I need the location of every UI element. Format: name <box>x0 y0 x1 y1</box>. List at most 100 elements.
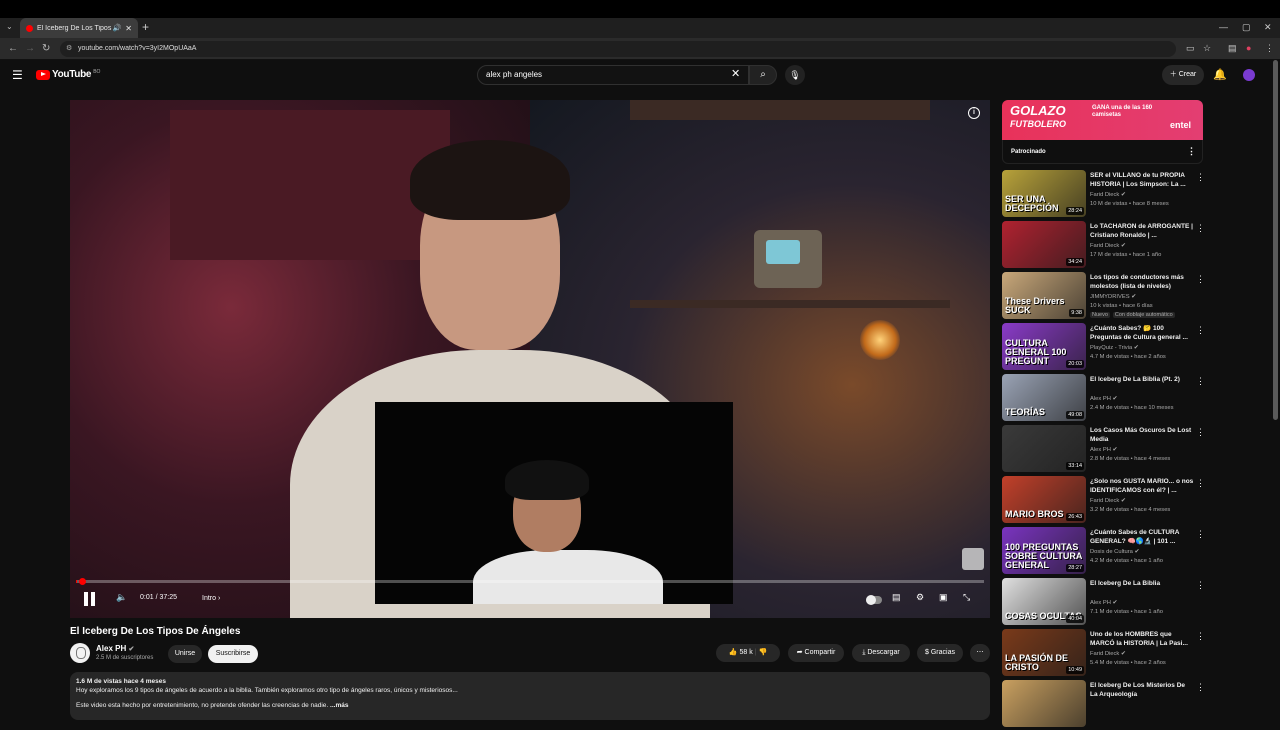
recommended-title[interactable]: ¿Cuánto Sabes de CULTURA GENERAL? 🧠🌎🔬 | … <box>1090 529 1194 546</box>
recommended-video[interactable]: SER UNA DECEPCIÓN28:24SER el VILLANO de … <box>1002 170 1212 220</box>
profile-icon[interactable]: ● <box>1246 43 1251 53</box>
recommended-title[interactable]: Los Casos Más Oscuros De Lost Media <box>1090 427 1194 444</box>
video-menu-icon[interactable]: ⋮ <box>1196 580 1205 591</box>
browser-menu-icon[interactable]: ⋮ <box>1265 43 1274 54</box>
url-field[interactable]: ⚙ youtube.com/watch?v=3yI2MOpUAaA <box>60 41 1176 57</box>
search-button[interactable]: ⌕ <box>749 65 777 85</box>
youtube-logo[interactable]: YouTube BO <box>36 69 100 80</box>
recommended-title[interactable]: Uno de los HOMBRES que MARCÓ la HISTORIA… <box>1090 631 1194 648</box>
recommended-video[interactable]: 33:14Los Casos Más Oscuros De Lost Media… <box>1002 425 1212 475</box>
recommended-video[interactable]: COSAS OCULTAS40:04 El Iceberg De La Bibli… <box>1002 578 1212 628</box>
video-menu-icon[interactable]: ⋮ <box>1196 223 1205 234</box>
account-avatar[interactable] <box>1243 69 1255 81</box>
recommended-video[interactable]: LA PASIÓN DE CRISTO10:49Uno de los HOMBR… <box>1002 629 1212 679</box>
recommended-title[interactable]: ¿Cuánto Sabes? 🤔 100 Preguntas de Cultur… <box>1090 325 1194 342</box>
video-thumbnail[interactable]: These Drivers SUCK9:38 <box>1002 272 1086 319</box>
recommended-channel[interactable]: PlayQuiz - Trivia ✔ <box>1090 345 1139 351</box>
volume-icon[interactable]: 🔈 <box>116 592 127 603</box>
video-menu-icon[interactable]: ⋮ <box>1196 376 1205 387</box>
bookmark-star-icon[interactable]: ☆ <box>1203 43 1211 54</box>
video-thumbnail[interactable]: COSAS OCULTAS40:04 <box>1002 578 1086 625</box>
recommended-channel[interactable]: Alex PH ✔ <box>1090 600 1117 606</box>
video-thumbnail[interactable]: 100 PREGUNTAS SOBRE CULTURA GENERAL28:27 <box>1002 527 1086 574</box>
window-close-icon[interactable]: ✕ <box>1264 22 1272 33</box>
forward-icon[interactable]: → <box>25 43 35 54</box>
recommended-channel[interactable]: Alex PH ✔ <box>1090 447 1117 453</box>
autoplay-toggle[interactable] <box>866 596 882 604</box>
video-thumbnail[interactable]: 33:14 <box>1002 425 1086 472</box>
voice-search-mic-icon[interactable]: 🎙 <box>785 65 805 85</box>
recommended-video[interactable]: TEORÍAS49:08 El Iceberg De La Biblia (Pt.… <box>1002 374 1212 424</box>
recommended-title[interactable]: El Iceberg De La Biblia <box>1090 580 1194 589</box>
new-tab-button[interactable]: + <box>142 20 149 34</box>
thumbs-down-icon[interactable]: 👎 <box>758 649 767 656</box>
channel-watermark[interactable] <box>962 548 984 570</box>
recommended-channel[interactable]: Dosis de Cultura ✔ <box>1090 549 1139 555</box>
recommended-title[interactable]: El Iceberg De La Biblia (Pt. 2) <box>1090 376 1194 385</box>
video-menu-icon[interactable]: ⋮ <box>1196 274 1205 285</box>
recommended-channel[interactable]: Farid Dieck ✔ <box>1090 498 1126 504</box>
video-menu-icon[interactable]: ⋮ <box>1196 325 1205 336</box>
browser-tab-active[interactable]: El Iceberg De Los Tipos De 🔊 ✕ <box>20 18 138 38</box>
chapter-button[interactable]: Intro › <box>202 595 220 602</box>
recommended-channel[interactable]: Alex PH ✔ <box>1090 396 1117 402</box>
notifications-bell-icon[interactable]: 🔔 <box>1213 68 1227 81</box>
settings-gear-icon[interactable]: ⚙ <box>916 592 924 603</box>
recommended-channel[interactable]: Farid Dieck ✔ <box>1090 651 1126 657</box>
video-menu-icon[interactable]: ⋮ <box>1196 427 1205 438</box>
recommended-video[interactable]: 34:24Lo TACHARON de ARROGANTE | Cristian… <box>1002 221 1212 271</box>
video-thumbnail[interactable]: SER UNA DECEPCIÓN28:24 <box>1002 170 1086 217</box>
maximize-icon[interactable]: ▢ <box>1242 22 1251 33</box>
progress-bar[interactable] <box>76 580 984 583</box>
extensions-icon[interactable]: ▤ <box>1228 43 1237 54</box>
video-menu-icon[interactable]: ⋮ <box>1196 682 1205 693</box>
join-button[interactable]: Unirse <box>168 645 202 663</box>
miniplayer-icon[interactable]: ▣ <box>939 592 948 603</box>
video-player[interactable]: i 🔈 0:01 / 37:25 Intro › ▤ ⚙ ▣ ⤡ <box>70 100 990 618</box>
video-thumbnail[interactable]: TEORÍAS49:08 <box>1002 374 1086 421</box>
recommended-title[interactable]: Lo TACHARON de ARROGANTE | Cristiano Ron… <box>1090 223 1194 240</box>
reload-icon[interactable]: ↻ <box>42 43 50 54</box>
subscribe-button[interactable]: Suscribirse <box>208 645 258 663</box>
video-thumbnail[interactable]: MARIO BROS26:43 <box>1002 476 1086 523</box>
site-info-icon[interactable]: ⚙ <box>66 41 72 57</box>
clear-search-icon[interactable]: ✕ <box>731 67 740 80</box>
recommended-video[interactable]: CULTURA GENERAL 100 PREGUNT20:03¿Cuánto … <box>1002 323 1212 373</box>
channel-avatar[interactable] <box>70 643 90 663</box>
video-thumbnail[interactable]: LA PASIÓN DE CRISTO10:49 <box>1002 629 1086 676</box>
show-more-link[interactable]: ...más <box>330 702 348 709</box>
recommended-title[interactable]: ¿Solo nos GUSTA MARIO... o nos IDENTIFIC… <box>1090 478 1194 495</box>
minimize-icon[interactable]: — <box>1219 22 1228 32</box>
audio-icon[interactable]: 🔊 <box>113 24 122 32</box>
description-box[interactable]: 1.6 M de vistas hace 4 meses Hoy explora… <box>70 672 990 720</box>
progress-scrubber[interactable] <box>79 578 86 585</box>
fullscreen-icon[interactable]: ⤡ <box>963 592 970 603</box>
pause-icon[interactable] <box>84 592 96 606</box>
search-input[interactable]: alex ph angeles <box>477 65 749 85</box>
video-thumbnail[interactable]: 34:24 <box>1002 221 1086 268</box>
info-icon[interactable]: i <box>968 107 980 119</box>
recommended-channel[interactable]: Farid Dieck ✔ <box>1090 243 1126 249</box>
create-button[interactable]: ＋ Crear <box>1162 65 1204 85</box>
video-thumbnail[interactable]: CULTURA GENERAL 100 PREGUNT20:03 <box>1002 323 1086 370</box>
share-button[interactable]: ➦ Compartir <box>788 644 844 662</box>
ad-menu-icon[interactable]: ⋮ <box>1187 146 1196 157</box>
video-menu-icon[interactable]: ⋮ <box>1196 478 1205 489</box>
sponsored-banner[interactable]: GOLAZOFUTBOLERO GANA una de las 160 cami… <box>1002 100 1203 140</box>
like-button[interactable]: 👍 58 k <box>729 649 753 656</box>
channel-name[interactable]: Alex PH ✔ <box>96 644 134 653</box>
more-actions-icon[interactable]: ⋯ <box>970 644 990 662</box>
recommended-video[interactable]: These Drivers SUCK9:38Los tipos de condu… <box>1002 272 1212 322</box>
thanks-button[interactable]: $ Gracias <box>917 644 963 662</box>
video-menu-icon[interactable]: ⋮ <box>1196 631 1205 642</box>
menu-hamburger-icon[interactable]: ☰ <box>12 68 23 82</box>
recommended-video[interactable]: MARIO BROS26:43¿Solo nos GUSTA MARIO... … <box>1002 476 1212 526</box>
recommended-title[interactable]: Los tipos de conductores más molestos (l… <box>1090 274 1194 291</box>
recommended-video[interactable]: El Iceberg De Los Misterios De La Arqueo… <box>1002 680 1212 730</box>
cast-icon[interactable]: ▭ <box>1186 43 1195 54</box>
subtitles-icon[interactable]: ▤ <box>892 592 901 603</box>
video-menu-icon[interactable]: ⋮ <box>1196 172 1205 183</box>
recommended-channel[interactable]: Farid Dieck ✔ <box>1090 192 1126 198</box>
recommended-channel[interactable]: JIMMYDRIVES ✔ <box>1090 294 1136 300</box>
recommended-title[interactable]: SER el VILLANO de tu PROPIA HISTORIA | L… <box>1090 172 1194 189</box>
